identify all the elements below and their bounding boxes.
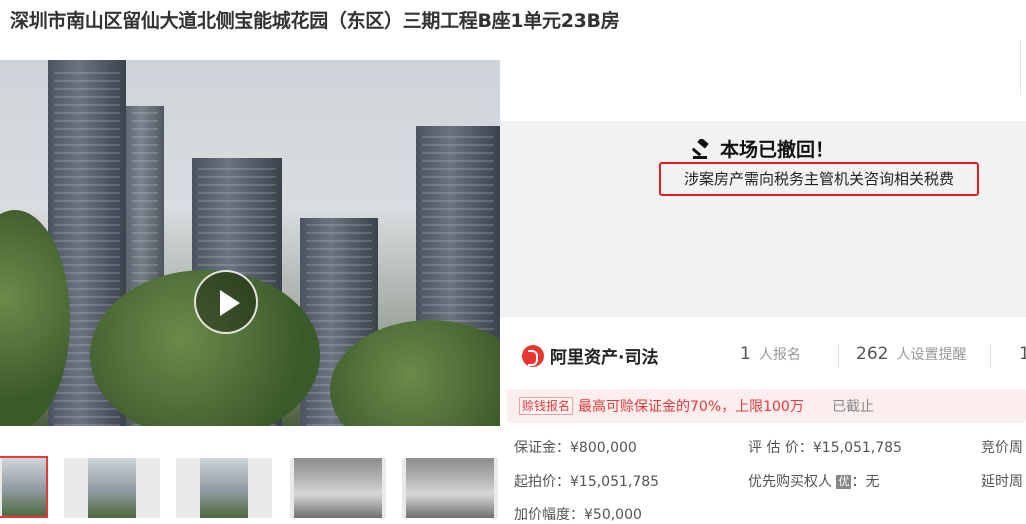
deadline-status: 已截止 xyxy=(832,399,874,415)
registration-number: 1 xyxy=(740,344,751,364)
ali-asset-logo[interactable]: 阿里资产·司法 xyxy=(522,343,658,368)
thumb-building-image xyxy=(88,458,136,518)
priority-value: ：无 xyxy=(851,474,880,490)
divider xyxy=(1020,40,1021,95)
main-photo[interactable] xyxy=(0,60,500,426)
bid-increment: 加价幅度：¥50,000 xyxy=(514,507,642,523)
status-title: 本场已撤回！ xyxy=(719,139,834,161)
thumb-room-image xyxy=(294,458,382,518)
platform-stats-row: 阿里资产·司法 1 人报名 262 人设置提醒 1 xyxy=(500,330,1026,380)
priority-label: 优先购买权人 xyxy=(748,474,832,490)
tax-notice: 涉案房产需向税务主管机关咨询相关税费 xyxy=(659,162,979,196)
thumbnail-strip xyxy=(0,456,500,518)
starting-price: 起拍价：¥15,051,785 xyxy=(514,474,660,490)
thumbnail-selected[interactable] xyxy=(0,456,48,518)
play-button[interactable] xyxy=(194,270,258,334)
divider xyxy=(990,344,991,368)
registration-label: 人报名 xyxy=(758,347,801,363)
view-number: 1 xyxy=(1019,344,1026,364)
priority-badge-icon[interactable]: 优 xyxy=(836,475,852,489)
thumbnail[interactable] xyxy=(290,458,386,518)
credit-signup-banner: 赊钱报名 最高可赊保证金的70%，上限100万 已截止 xyxy=(507,389,1026,423)
logo-text: 阿里资产·司法 xyxy=(550,348,659,368)
thumbnail[interactable] xyxy=(176,458,272,518)
registration-count: 1 人报名 xyxy=(740,344,801,364)
view-count: 1 xyxy=(1019,344,1026,364)
reminder-count: 262 人设置提醒 xyxy=(856,344,966,364)
credit-signup-tag[interactable]: 赊钱报名 xyxy=(519,397,574,415)
bid-cycle: 竞价周 xyxy=(981,440,1023,456)
thumbnail[interactable] xyxy=(64,458,160,518)
delay-cycle: 延时周 xyxy=(981,474,1023,490)
status-heading: 本场已撤回！ xyxy=(500,135,1026,162)
reminder-number: 262 xyxy=(856,344,889,364)
play-icon xyxy=(220,290,240,316)
ali-logo-icon xyxy=(522,344,544,367)
gavel-icon xyxy=(691,139,709,159)
thumb-building-image xyxy=(200,458,248,518)
thumb-room-image xyxy=(406,458,494,518)
auction-status-panel: 本场已撤回！ 涉案房产需向税务主管机关咨询相关税费 xyxy=(500,121,1026,317)
appraisal-price: 评 估 价：¥15,051,785 xyxy=(748,440,902,456)
divider xyxy=(838,344,839,368)
thumbnail[interactable] xyxy=(402,458,498,518)
thumb-building-image xyxy=(2,458,46,516)
priority-buyer: 优先购买权人 优：无 xyxy=(748,471,879,491)
credit-signup-text: 最高可赊保证金的70%，上限100万 xyxy=(578,399,804,415)
reminder-label: 人设置提醒 xyxy=(896,347,967,363)
page-title: 深圳市南山区留仙大道北侧宝能城花园（东区）三期工程B座1单元23B房 xyxy=(10,10,620,32)
deposit: 保证金：¥800,000 xyxy=(514,440,637,456)
